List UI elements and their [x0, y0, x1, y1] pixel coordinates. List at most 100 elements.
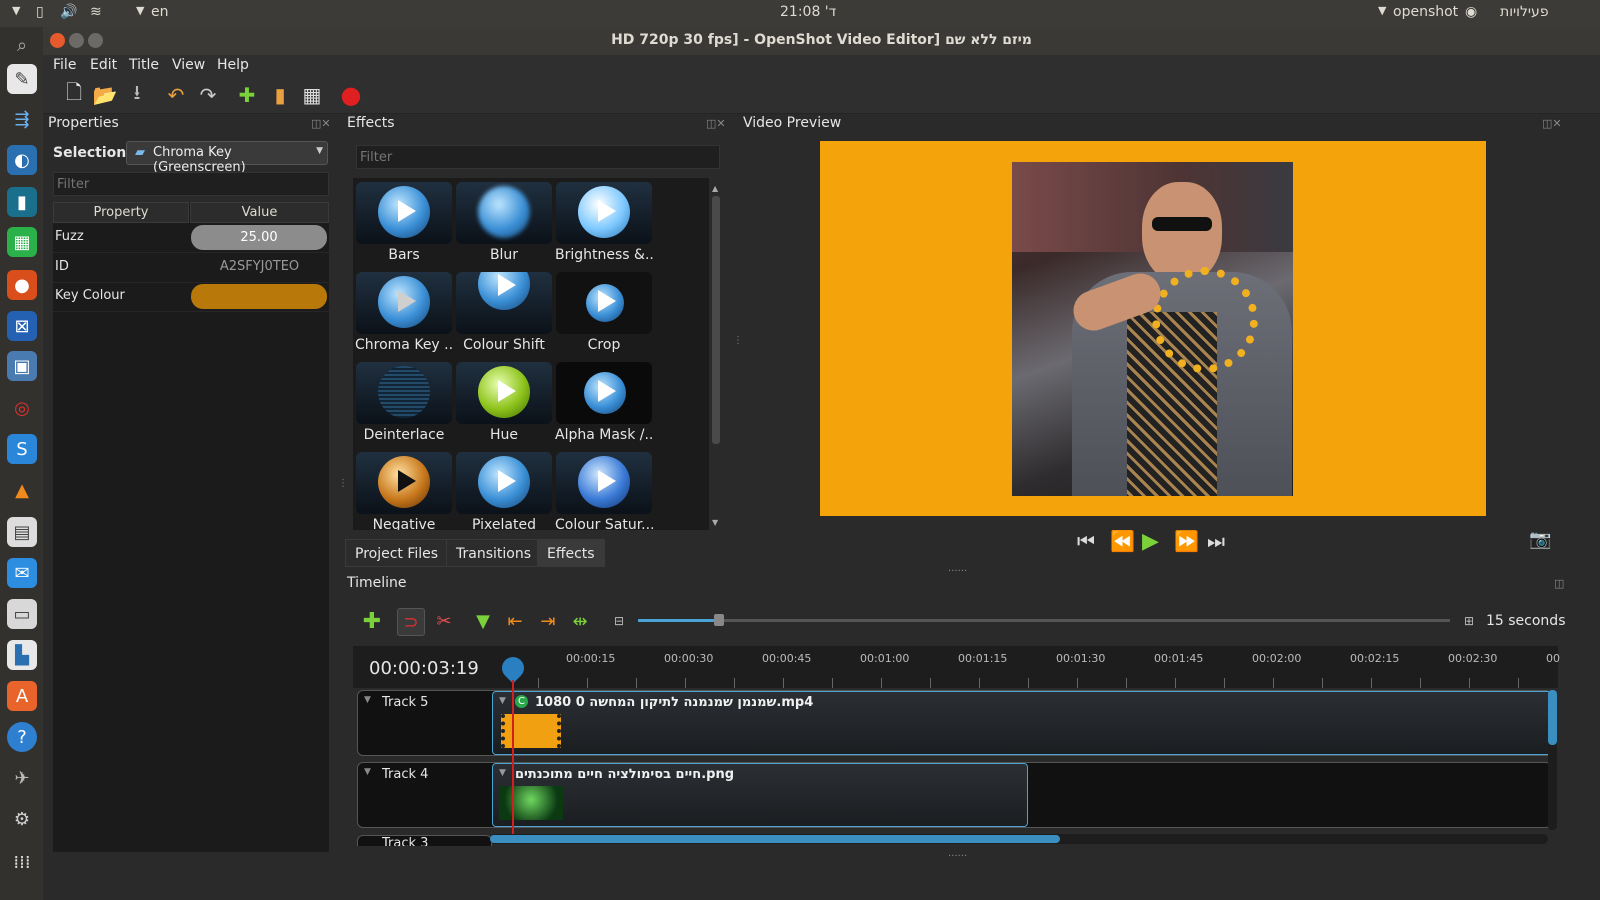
- effects-scrollbar-thumb[interactable]: [712, 196, 720, 444]
- clip-effect-badge[interactable]: C: [515, 695, 528, 708]
- effect-chroma-key[interactable]: Chroma Key ...: [355, 270, 453, 358]
- track-4[interactable]: ▼ Track 4 ▼ חיים בסימולציה חיים מתוכנתים…: [357, 762, 1552, 828]
- fast-forward-icon[interactable]: ⏩: [1174, 529, 1199, 553]
- selection-dropdown[interactable]: ▰ Chroma Key (Greenscreen) ▼: [126, 141, 328, 175]
- export-video-icon[interactable]: ●: [338, 81, 364, 109]
- track-chevron-icon[interactable]: ▼: [364, 695, 371, 705]
- import-files-icon[interactable]: ✚: [234, 82, 260, 108]
- zoom-in-icon[interactable]: ⊞: [1456, 608, 1482, 634]
- browser-icon[interactable]: ◐: [7, 145, 37, 175]
- redo-icon[interactable]: ↷: [195, 82, 221, 108]
- jump-to-end-icon[interactable]: ⏭: [1207, 529, 1225, 553]
- property-row-key-colour[interactable]: Key Colour: [53, 282, 329, 312]
- vertical-scrollbar-thumb[interactable]: [1548, 690, 1557, 745]
- properties-filter-input[interactable]: [53, 172, 329, 196]
- writer-icon[interactable]: ▙: [7, 640, 37, 670]
- next-marker-icon[interactable]: ⇥: [535, 608, 561, 634]
- effect-negative[interactable]: Negative: [355, 450, 453, 530]
- files-icon[interactable]: ▮: [7, 187, 37, 217]
- track-chevron-icon[interactable]: ▼: [364, 767, 371, 777]
- zoom-slider-handle[interactable]: [714, 614, 725, 626]
- track-5[interactable]: ▼ Track 5 ▼ C שמנמן שמנמנה לתיקון המחשה …: [357, 690, 1552, 756]
- rewind-icon[interactable]: ⏪: [1110, 529, 1135, 553]
- undo-icon[interactable]: ↶: [163, 82, 189, 108]
- key-colour-swatch[interactable]: [191, 284, 327, 309]
- calculator-icon[interactable]: ⊠: [7, 311, 37, 341]
- help-icon[interactable]: ?: [7, 722, 37, 752]
- vlc-icon[interactable]: ▲: [7, 475, 37, 505]
- clock[interactable]: ד' 21:08: [780, 4, 836, 20]
- menu-file[interactable]: File: [53, 57, 76, 73]
- timeline-horizontal-scrollbar[interactable]: [490, 834, 1548, 844]
- play-icon[interactable]: ▶: [1142, 529, 1159, 554]
- effect-crop[interactable]: Crop: [555, 270, 653, 358]
- scroll-down-icon[interactable]: ▼: [712, 518, 718, 527]
- effect-brightness[interactable]: Brightness &...: [555, 180, 653, 268]
- screen-recorder-icon[interactable]: ◎: [7, 393, 37, 423]
- timeline-dock-icon[interactable]: ◫: [1554, 577, 1564, 590]
- menu-view[interactable]: View: [172, 57, 205, 73]
- text-editor-icon[interactable]: ✎: [7, 64, 37, 94]
- clip-image[interactable]: ▼ חיים בסימולציה חיים מתוכנתים.png: [492, 763, 1028, 827]
- jump-to-start-icon[interactable]: ⏮: [1077, 529, 1095, 553]
- clip-menu-icon[interactable]: ▼: [499, 696, 506, 706]
- effect-alpha-mask[interactable]: Alpha Mask /...: [555, 360, 653, 448]
- property-row-fuzz[interactable]: Fuzz 25.00: [53, 223, 329, 253]
- fullscreen-icon[interactable]: ▦: [299, 82, 325, 108]
- calculator-app-icon[interactable]: ▤: [7, 517, 37, 547]
- choose-profile-icon[interactable]: ▮: [267, 82, 293, 108]
- volume-icon[interactable]: 🔊: [60, 4, 77, 20]
- track-3[interactable]: Track 3: [357, 835, 492, 846]
- preview-dock-close-icon[interactable]: ◫✕: [1542, 117, 1562, 130]
- spreadsheet-icon[interactable]: ▦: [7, 227, 37, 257]
- effects-dock-close-icon[interactable]: ◫✕: [706, 117, 726, 130]
- column-header-property[interactable]: Property: [53, 202, 189, 223]
- clip-menu-icon[interactable]: ▼: [499, 768, 506, 778]
- save-project-icon[interactable]: ⭳: [124, 80, 150, 108]
- effect-colour-saturation[interactable]: Colour Satur...: [555, 450, 653, 530]
- menu-title[interactable]: Title: [129, 57, 159, 73]
- media-icon[interactable]: ●: [7, 270, 37, 300]
- clip-video[interactable]: ▼ C שמנמן שמנמנה לתיקון המחשה 0 1080.mp4: [492, 691, 1552, 755]
- effects-filter-input[interactable]: [356, 145, 720, 169]
- zoom-slider-track[interactable]: [638, 614, 1450, 626]
- bottom-splitter-handle[interactable]: ......: [948, 848, 967, 859]
- tab-project-files[interactable]: Project Files: [345, 539, 449, 567]
- tab-transitions[interactable]: Transitions: [446, 539, 541, 567]
- tab-effects[interactable]: Effects: [537, 539, 605, 567]
- left-splitter-handle[interactable]: ⋮: [338, 478, 348, 489]
- snapping-magnet-icon[interactable]: ⊃: [397, 608, 425, 636]
- openshot-icon[interactable]: ⇶: [7, 104, 37, 134]
- fuzz-slider[interactable]: 25.00: [191, 225, 327, 250]
- menu-edit[interactable]: Edit: [90, 57, 117, 73]
- column-header-value[interactable]: Value: [190, 202, 329, 223]
- software-center-icon[interactable]: A: [7, 681, 37, 711]
- show-apps-icon[interactable]: ⁞⁞⁞: [7, 847, 37, 877]
- properties-dock-close-icon[interactable]: ◫✕: [311, 117, 331, 130]
- splitter-handle[interactable]: ......: [948, 563, 967, 574]
- timeline-vertical-scrollbar[interactable]: [1548, 690, 1557, 830]
- effect-blur[interactable]: Blur: [455, 180, 553, 268]
- effect-hue[interactable]: Hue: [455, 360, 553, 448]
- camera-snapshot-icon[interactable]: 📷: [1529, 529, 1551, 550]
- vertical-splitter-handle[interactable]: ⋮: [733, 335, 743, 346]
- center-playhead-icon[interactable]: ⇹: [567, 608, 593, 634]
- skype-icon[interactable]: S: [7, 434, 37, 464]
- razor-icon[interactable]: ✂: [431, 608, 457, 634]
- search-icon[interactable]: ⌕: [7, 30, 37, 60]
- battery-icon[interactable]: ▯: [36, 4, 44, 20]
- new-project-icon[interactable]: 🗋: [61, 80, 87, 108]
- property-row-id[interactable]: ID A2SFYJ0TEO: [53, 253, 329, 283]
- effect-colour-shift[interactable]: Colour Shift: [455, 270, 553, 358]
- horizontal-scrollbar-thumb[interactable]: [490, 835, 1060, 843]
- thunderbird-icon[interactable]: ✉: [7, 558, 37, 588]
- wifi-icon[interactable]: ≋: [90, 4, 102, 20]
- effect-deinterlace[interactable]: Deinterlace: [355, 360, 453, 448]
- zoom-out-icon[interactable]: ⊟: [606, 608, 632, 634]
- effect-pixelated[interactable]: Pixelated: [455, 450, 553, 530]
- effects-scrollbar[interactable]: ▲ ▼: [710, 180, 722, 530]
- system-monitor-icon[interactable]: ▭: [7, 599, 37, 629]
- add-marker-icon[interactable]: ▼: [470, 608, 496, 634]
- video-preview-canvas[interactable]: [820, 141, 1486, 516]
- remote-desktop-icon[interactable]: ▣: [7, 351, 37, 381]
